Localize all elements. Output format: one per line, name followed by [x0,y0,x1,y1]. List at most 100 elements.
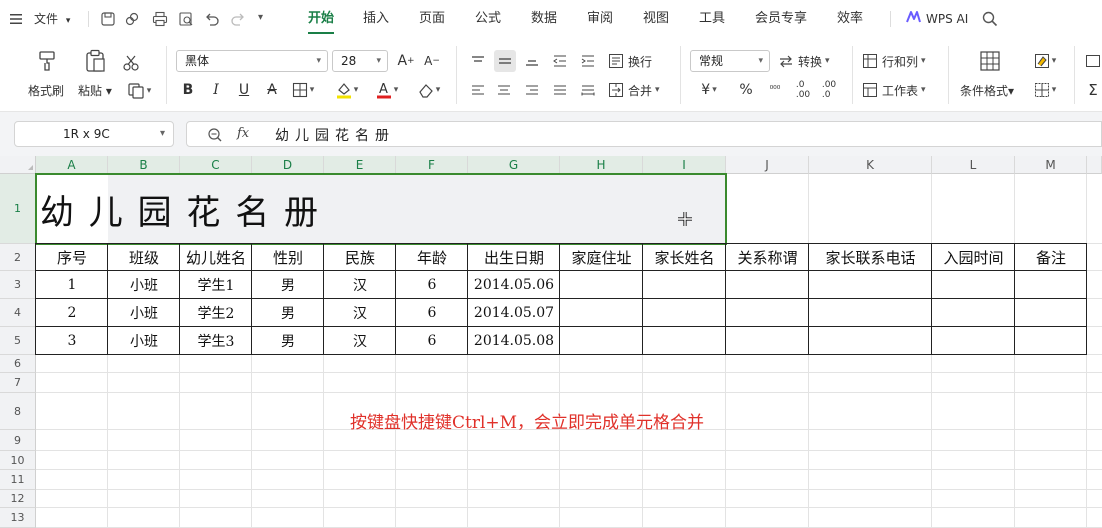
table-cell[interactable] [726,299,809,327]
table-cell[interactable] [643,327,726,355]
align-bottom-icon[interactable] [522,52,542,70]
cut-icon[interactable] [120,52,142,74]
tab-review[interactable]: 审阅 [587,0,613,38]
cell-style-icon[interactable]: ▾ [1028,51,1062,71]
increase-decimal-icon[interactable]: .0.00 [792,80,814,100]
column-header-m[interactable]: M [1015,156,1087,174]
tab-membership[interactable]: 会员专享 [755,0,807,38]
wps-ai-button[interactable]: WPS AI [906,0,968,38]
file-menu[interactable]: 文件 ▾ [34,0,70,38]
table-cell[interactable]: 学生1 [180,271,252,299]
table-cell[interactable]: 小班 [108,271,180,299]
column-header-i[interactable]: I [643,156,726,174]
insert-function-button[interactable]: fx [237,126,249,141]
column-header-b[interactable]: B [108,156,180,174]
table-cell[interactable] [932,271,1015,299]
table-cell[interactable]: 男 [252,299,324,327]
table-cell[interactable]: 6 [396,271,468,299]
percent-format-button[interactable]: % [736,80,756,100]
more-options-icon[interactable] [1084,51,1102,71]
row-header-4[interactable]: 4 [0,299,36,327]
tab-tools[interactable]: 工具 [699,0,725,38]
italic-button[interactable]: I [206,80,226,100]
column-header-h[interactable]: H [560,156,643,174]
align-top-icon[interactable] [468,52,488,70]
table-cell[interactable]: 6 [396,327,468,355]
tab-home[interactable]: 开始 [308,0,335,38]
table-cell[interactable] [560,299,643,327]
column-header-partial[interactable] [1087,156,1102,174]
row-header-8[interactable]: 8 [0,393,36,430]
row-header-6[interactable]: 6 [0,355,36,373]
name-box[interactable]: 1R x 9C ▾ [14,121,174,147]
align-center-icon[interactable] [494,80,514,100]
table-header-cell[interactable]: 关系称谓 [726,244,809,271]
customize-quick-access-icon[interactable]: ▾ [258,12,263,23]
font-color-button[interactable]: A ▾ [370,80,404,100]
column-header-j[interactable]: J [726,156,809,174]
align-right-icon[interactable] [522,80,542,100]
decrease-decimal-icon[interactable]: .00.0 [818,80,840,100]
decrease-indent-icon[interactable] [550,52,570,70]
table-header-cell[interactable]: 年龄 [396,244,468,271]
rows-columns-button[interactable]: 行和列 ▾ [862,51,938,71]
increase-indent-icon[interactable] [578,52,598,70]
column-header-l[interactable]: L [932,156,1015,174]
number-format-select[interactable]: 常规 ▾ [690,50,770,72]
table-cell[interactable] [932,327,1015,355]
print-icon[interactable] [152,11,168,30]
clear-format-button[interactable]: ▾ [412,80,446,100]
print-preview-icon[interactable] [178,11,194,30]
table-cell[interactable]: 男 [252,271,324,299]
tab-data[interactable]: 数据 [531,0,557,38]
hamburger-menu-icon[interactable] [10,13,22,25]
table-cell[interactable] [643,271,726,299]
cell-borders-icon[interactable]: ▾ [1028,80,1062,100]
row-header-7[interactable]: 7 [0,373,36,393]
align-middle-icon[interactable] [494,50,516,72]
column-header-e[interactable]: E [324,156,396,174]
table-cell[interactable]: 2014.05.07 [468,299,560,327]
increase-font-size-icon[interactable]: A + [396,52,416,70]
strikethrough-button[interactable]: A [262,80,282,100]
table-cell[interactable]: 2014.05.08 [468,327,560,355]
table-cell[interactable] [1015,271,1087,299]
table-header-cell[interactable]: 家庭住址 [560,244,643,271]
table-header-cell[interactable]: 性别 [252,244,324,271]
column-header-a[interactable]: A [36,156,108,174]
select-all-corner[interactable] [0,156,36,174]
formula-input[interactable]: 幼儿园花名册 [275,125,395,145]
row-header-5[interactable]: 5 [0,327,36,355]
fill-color-button[interactable]: ▾ [330,80,364,100]
row-header-11[interactable]: 11 [0,470,36,490]
table-header-cell[interactable]: 序号 [36,244,108,271]
save-icon[interactable] [100,11,116,30]
table-cell[interactable]: 学生2 [180,299,252,327]
table-header-cell[interactable]: 家长联系电话 [809,244,932,271]
thousands-separator-icon[interactable]: ⁰⁰⁰ [764,80,786,100]
row-header-9[interactable]: 9 [0,430,36,451]
tab-view[interactable]: 视图 [643,0,669,38]
zoom-formula-icon[interactable] [207,127,223,146]
table-cell[interactable]: 2014.05.06 [468,271,560,299]
row-header-1[interactable]: 1 [0,174,36,244]
font-name-select[interactable]: 黑体 ▾ [176,50,328,72]
underline-button[interactable]: U [234,80,254,100]
table-cell[interactable]: 1 [36,271,108,299]
table-cell[interactable] [932,299,1015,327]
wrap-text-button[interactable]: 换行 [608,51,658,71]
currency-format-button[interactable]: ¥ ▾ [694,80,724,100]
table-header-cell[interactable]: 幼儿姓名 [180,244,252,271]
paste-button[interactable]: 粘贴 ▾ [76,48,118,102]
table-cell[interactable]: 汉 [324,327,396,355]
tab-page[interactable]: 页面 [419,0,445,38]
spreadsheet-grid[interactable]: ABCDEFGHIJKLM 1 2 3 4 5 6 7 8 9 10 11 12 13 幼 儿 园 花 … [0,156,1102,528]
table-cell[interactable] [643,299,726,327]
table-header-cell[interactable]: 家长姓名 [643,244,726,271]
copy-icon[interactable]: ▾ [122,80,156,102]
bold-button[interactable]: B [178,80,198,100]
table-cell[interactable]: 3 [36,327,108,355]
table-cell[interactable] [1015,327,1087,355]
tab-formula[interactable]: 公式 [475,0,501,38]
align-left-icon[interactable] [468,80,488,100]
